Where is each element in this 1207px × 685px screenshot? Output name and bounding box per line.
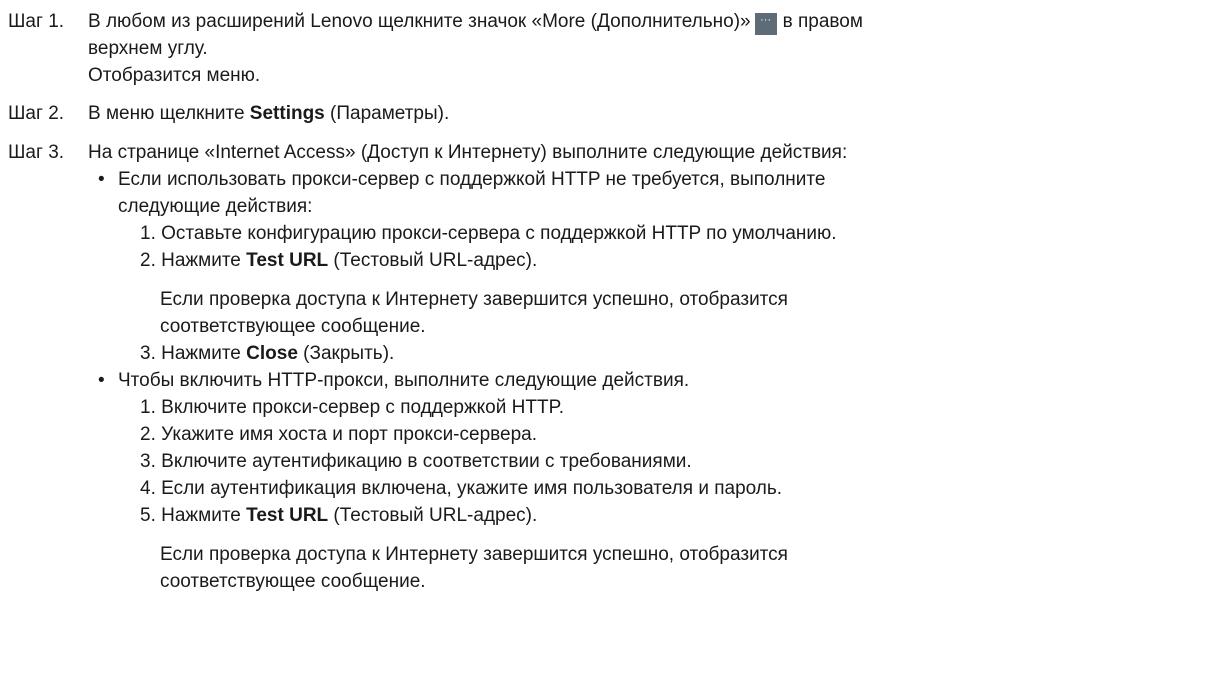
bullet-2-item-4: 4. Если аутентификация включена, укажите…	[140, 477, 782, 501]
step-1-line-3: Отобразится меню.	[88, 65, 261, 86]
bullet-2-line-1: Чтобы включить HTTP-прокси, выполните сл…	[118, 370, 690, 391]
item-text-before: Нажмите	[161, 505, 247, 526]
item-text: Если аутентификация включена, укажите им…	[161, 478, 783, 499]
step-2-text-before: В меню щелкните	[88, 103, 250, 124]
step-1-label: Шаг 1.	[8, 11, 65, 32]
item-text-after: (Закрыть).	[297, 343, 395, 364]
step-2-text-after: (Параметры).	[324, 103, 450, 124]
step-2-text: В меню щелкните Settings (Параметры).	[88, 102, 449, 126]
bullet-1-item-1: 1. Оставьте конфигурацию прокси-сервера …	[140, 222, 837, 246]
item-text-after: (Тестовый URL-адрес).	[328, 505, 538, 526]
step-3-text: На странице «Internet Access» (Доступ к …	[88, 142, 848, 163]
bullet-2-item-2: 2. Укажите имя хоста и порт прокси-серве…	[140, 423, 537, 447]
item-number: 2.	[140, 250, 156, 271]
test-url-label: Test URL	[246, 505, 329, 526]
settings-label: Settings	[249, 103, 325, 124]
item-number: 2.	[140, 424, 156, 445]
item-text: Укажите имя хоста и порт прокси-сервера.	[161, 424, 538, 445]
step-2-label: Шаг 2.	[8, 103, 65, 124]
bullet-2-item-1: 1. Включите прокси-сервер с поддержкой H…	[140, 396, 564, 420]
test-url-label: Test URL	[246, 250, 329, 271]
bullet-1-line-1: Если использовать прокси-сервер с поддер…	[118, 169, 826, 190]
item-number: 1.	[140, 223, 156, 244]
item-number: 4.	[140, 478, 156, 499]
bullet-1-item-2: 2. Нажмите Test URL (Тестовый URL-адрес)…	[140, 249, 537, 273]
item-text-before: Нажмите	[161, 250, 247, 271]
step-1-line-1: В любом из расширений Lenovo щелкните зн…	[88, 10, 863, 35]
more-icon: ···	[754, 13, 777, 35]
step-3-label: Шаг 3.	[8, 142, 65, 163]
bullet-2-item-5: 5. Нажмите Test URL (Тестовый URL-адрес)…	[140, 504, 537, 528]
bullet-2-item-3: 3. Включите аутентификацию в соответстви…	[140, 450, 692, 474]
item-number: 3.	[140, 451, 156, 472]
item-number: 5.	[140, 505, 156, 526]
bullet-1-note-line-2: соответствующее сообщение.	[160, 316, 426, 337]
bullet-1-line-2: следующие действия:	[118, 196, 313, 217]
step-1-line-2: верхнем углу.	[88, 38, 208, 59]
item-text-after: (Тестовый URL-адрес).	[328, 250, 538, 271]
bullet-2-note-line-2: соответствующее сообщение.	[160, 571, 426, 592]
item-number: 3.	[140, 343, 156, 364]
bullet-2-note-line-1: Если проверка доступа к Интернету заверш…	[160, 544, 788, 565]
bullet-1-note-line-1: Если проверка доступа к Интернету заверш…	[160, 289, 788, 310]
item-text-before: Нажмите	[161, 343, 247, 364]
bullet-1-marker: •	[98, 169, 105, 190]
step-1-text-before-icon: В любом из расширений Lenovo щелкните зн…	[88, 11, 751, 32]
item-text: Включите аутентификацию в соответствии с…	[161, 451, 692, 472]
item-number: 1.	[140, 397, 156, 418]
step-1-text-after-icon: в правом	[782, 11, 863, 32]
close-label: Close	[246, 343, 298, 364]
bullet-2-marker: •	[98, 370, 105, 391]
item-text: Оставьте конфигурацию прокси-сервера с п…	[161, 223, 837, 244]
bullet-1-item-3: 3. Нажмите Close (Закрыть).	[140, 342, 394, 366]
item-text: Включите прокси-сервер с поддержкой HTTP…	[161, 397, 565, 418]
